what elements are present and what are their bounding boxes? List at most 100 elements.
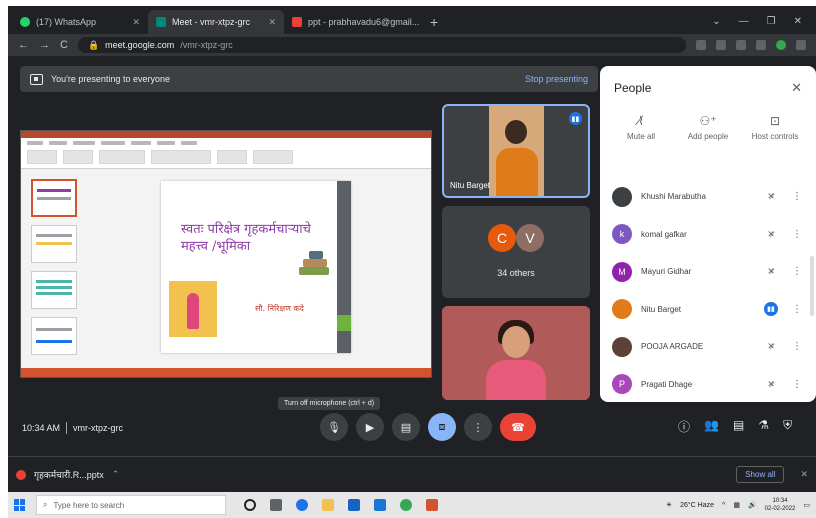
mic-off-icon[interactable]: ✕̷ (761, 229, 781, 240)
download-item[interactable]: गृहकर्मचारी.R...pptx (34, 468, 104, 481)
tab-title: (17) WhatsApp (36, 17, 97, 27)
camera-icon[interactable] (696, 40, 706, 50)
close-icon[interactable]: ✕ (791, 80, 802, 96)
add-people-button[interactable]: ⚇⁺ Add people (675, 114, 741, 141)
tab-whatsapp[interactable]: (17) WhatsApp ✕ (12, 10, 148, 34)
slide-thumbnail (31, 179, 77, 217)
url-host: meet.google.com (105, 40, 175, 50)
ppt-status-bar (21, 368, 431, 377)
close-icon[interactable]: ✕ (132, 17, 140, 28)
share-icon[interactable] (716, 40, 726, 50)
chat-icon[interactable]: ▤ (733, 418, 744, 435)
mic-off-icon[interactable]: ✕̷ (761, 191, 781, 202)
taskbar-search[interactable]: ⌕ Type here to search (36, 495, 226, 515)
presenting-banner: You're presenting to everyone Stop prese… (20, 66, 598, 92)
participant-tile-nitu[interactable]: ▮▮ Nitu Barget (442, 104, 590, 198)
end-call-button[interactable]: ☎ (500, 413, 536, 441)
mute-all-button[interactable]: ⌇̸ Mute all (608, 114, 674, 141)
powerpoint-icon[interactable] (426, 499, 438, 511)
self-video-tile[interactable] (442, 306, 590, 400)
extension-icon[interactable] (756, 40, 766, 50)
activities-icon[interactable]: ⚗ (758, 418, 769, 435)
panel-scrollbar[interactable] (810, 256, 814, 316)
new-tab-button[interactable]: + (420, 14, 448, 34)
mic-off-icon[interactable]: ✕̷ (761, 266, 781, 277)
girl-illustration (169, 281, 217, 337)
more-options-icon[interactable]: ⋮ (790, 266, 804, 277)
reload-icon[interactable]: C (60, 39, 68, 51)
address-bar: ← → C 🔒 meet.google.com /vmr-xtpz-grc (8, 34, 816, 56)
mail-icon[interactable] (374, 499, 386, 511)
captions-icon: ▤ (400, 421, 412, 434)
star-icon[interactable] (736, 40, 746, 50)
list-item[interactable]: P Pragati Dhage ✕̷ ⋮ (600, 366, 816, 404)
back-icon[interactable]: ← (18, 39, 29, 51)
chevron-up-icon[interactable]: ⌃ (112, 469, 120, 480)
url-field[interactable]: 🔒 meet.google.com /vmr-xtpz-grc (77, 37, 686, 53)
mic-off-icon[interactable]: ✕̷ (761, 379, 781, 390)
people-actions: ⌇̸ Mute all ⚇⁺ Add people ⊡ Host control… (600, 96, 816, 141)
action-label: Add people (687, 132, 729, 141)
captions-button[interactable]: ▤ (392, 413, 420, 441)
forward-icon[interactable]: → (39, 39, 50, 51)
tab-search-button[interactable]: ⌄ (712, 16, 720, 27)
chevron-up-icon[interactable]: ^ (722, 502, 725, 509)
more-options-icon: ⋮ (472, 421, 484, 434)
more-options-icon[interactable]: ⋮ (790, 341, 804, 352)
shield-icon[interactable]: ⛨ (783, 418, 792, 435)
chrome-icon[interactable] (400, 499, 412, 511)
slide-thumbnail (31, 271, 77, 309)
minimize-button[interactable]: — (739, 16, 749, 27)
network-icon[interactable]: ▦ (733, 501, 740, 509)
present-button[interactable]: ⧈ (428, 413, 456, 441)
list-item[interactable]: M Mayuri Gidhar ✕̷ ⋮ (600, 253, 816, 291)
tab-ppt[interactable]: ppt - prabhavadu6@gmail... ✕ (284, 10, 420, 34)
list-item[interactable]: Khushi Marabutha ✕̷ ⋮ (600, 178, 816, 216)
mic-button[interactable]: 🎙 (320, 413, 348, 441)
camera-button[interactable]: ▶ (356, 413, 384, 441)
avatar: C (488, 224, 516, 252)
profile-avatar[interactable] (776, 40, 786, 50)
more-options-icon[interactable]: ⋮ (790, 191, 804, 202)
stop-presenting-button[interactable]: Stop presenting (525, 74, 588, 84)
info-icon[interactable]: ⓘ (678, 418, 690, 435)
meet-icon (156, 17, 166, 27)
more-options-icon[interactable]: ⋮ (790, 304, 804, 315)
meeting-code: vmr-xtpz-grc (73, 423, 124, 433)
meeting-info: 10:34 AM vmr-xtpz-grc (22, 422, 123, 434)
lock-icon: 🔒 (87, 39, 100, 50)
ppt-ribbon (21, 131, 431, 169)
participant-name: Khushi Marabutha (641, 192, 706, 202)
tab-title: ppt - prabhavadu6@gmail... (308, 17, 420, 27)
weather-text[interactable]: 26°C Haze (680, 502, 714, 509)
participant-tile-others[interactable]: C V 34 others (442, 206, 590, 298)
video-feed (502, 326, 530, 358)
list-item[interactable]: k komal gafkar ✕̷ ⋮ (600, 216, 816, 254)
more-options-button[interactable]: ⋮ (464, 413, 492, 441)
people-panel: People ✕ ⌇̸ Mute all ⚇⁺ Add people ⊡ Hos… (600, 66, 816, 402)
close-window-button[interactable]: ✕ (794, 16, 802, 27)
cortana-icon[interactable] (244, 499, 256, 511)
show-all-button[interactable]: Show all (736, 466, 785, 483)
edge-icon[interactable] (296, 499, 308, 511)
mic-off-icon[interactable]: ✕̷ (761, 341, 781, 352)
close-icon[interactable]: ✕ (792, 469, 808, 480)
menu-icon[interactable] (796, 40, 806, 50)
maximize-button[interactable]: ❐ (767, 16, 776, 27)
more-options-icon[interactable]: ⋮ (790, 379, 804, 390)
host-controls-button[interactable]: ⊡ Host controls (742, 114, 808, 141)
more-options-icon[interactable]: ⋮ (790, 229, 804, 240)
speaking-icon[interactable]: ▮▮ (764, 302, 778, 317)
list-item[interactable]: POOJA ARGADE ✕̷ ⋮ (600, 328, 816, 366)
store-icon[interactable] (348, 499, 360, 511)
tab-meet[interactable]: Meet - vmr-xtpz-grc ✕ (148, 10, 284, 34)
close-icon[interactable]: ✕ (268, 17, 276, 28)
volume-icon[interactable]: 🔊 (748, 501, 757, 509)
system-clock[interactable]: 10:34 02-02-2022 (765, 497, 796, 513)
list-item[interactable]: Nitu Barget ▮▮ ⋮ (600, 291, 816, 329)
people-icon[interactable]: 👥 (704, 418, 719, 435)
notification-icon[interactable]: ▭ (803, 501, 810, 509)
file-explorer-icon[interactable] (322, 499, 334, 511)
windows-start-icon[interactable] (14, 499, 26, 511)
task-view-icon[interactable] (270, 499, 282, 511)
